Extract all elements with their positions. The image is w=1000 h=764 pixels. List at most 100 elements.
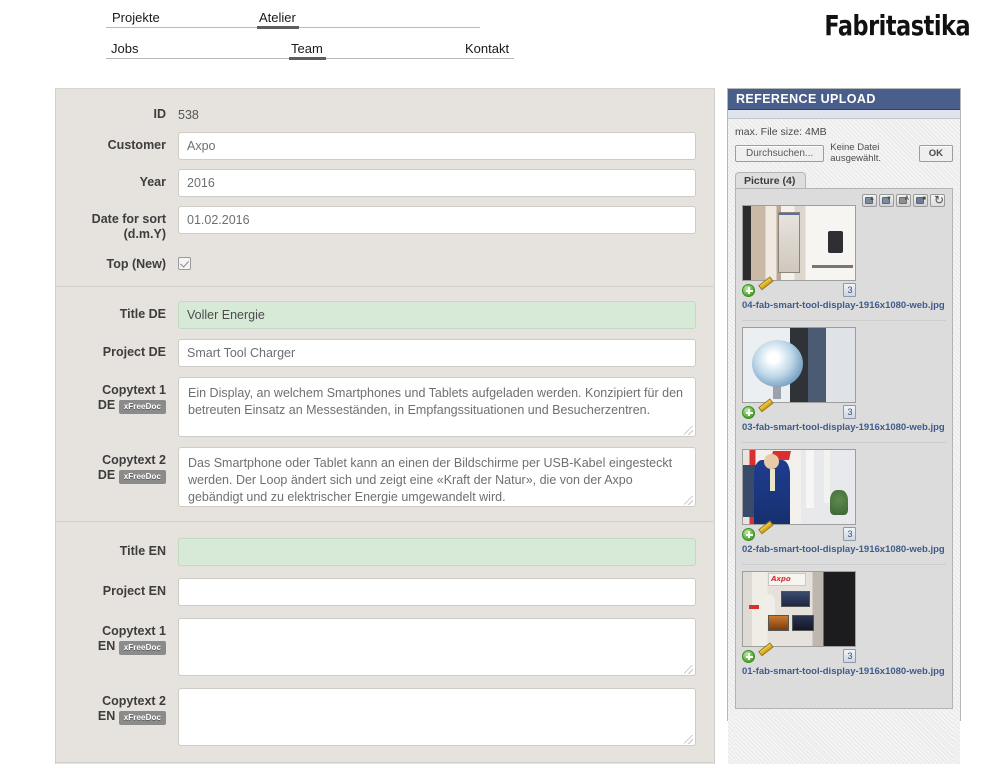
nav-row-secondary: Jobs Team Kontakt (106, 37, 514, 60)
value-id: 538 (178, 108, 199, 122)
row-project-de: Project DE (56, 339, 714, 367)
label-copytext1-de: Copytext 1 DE xFreeDoc (56, 377, 178, 414)
picture-thumbnail[interactable] (742, 449, 856, 525)
resize-grip-icon[interactable] (684, 735, 693, 744)
label-year: Year (139, 175, 166, 189)
xfreedoc-badge-copytext1-en[interactable]: xFreeDoc (118, 641, 166, 655)
picture-actions (742, 649, 856, 663)
picture-actions (742, 283, 856, 297)
row-copytext2-de: Copytext 2 DE xFreeDoc Das Smartphone od… (56, 447, 714, 507)
list-item: 02-fab-smart-tool-display-1916x1080-web.… (742, 449, 946, 555)
edit-icon[interactable] (760, 650, 773, 663)
nav-item-atelier[interactable]: Atelier (257, 11, 299, 29)
copytext2-en-textarea[interactable] (178, 688, 696, 746)
reference-upload-panel: REFERENCE UPLOAD max. File size: 4MB Dur… (727, 88, 961, 764)
row-title-en: Title EN (56, 538, 714, 566)
edit-icon[interactable] (760, 528, 773, 541)
picture-toolbar: ▲ ▼ A ■ (862, 194, 945, 207)
label-copytext2-de-line1: Copytext 2 (102, 453, 166, 467)
label-title-de: Title DE (119, 307, 166, 321)
edit-icon[interactable] (760, 406, 773, 419)
picture-filename-link[interactable]: 01-fab-smart-tool-display-1916x1080-web.… (742, 666, 946, 677)
sort-image-asc-icon[interactable]: ▲ (862, 194, 877, 207)
label-copytext2-en: Copytext 2 EN xFreeDoc (56, 688, 178, 725)
nav-item-jobs[interactable]: Jobs (111, 42, 138, 56)
upload-panel-footer (735, 709, 953, 764)
form-section-meta: ID 538 Customer Year Date for sort (d.m.… (56, 89, 714, 286)
browse-button[interactable]: Durchsuchen... (735, 144, 825, 162)
project-de-input[interactable] (178, 339, 696, 367)
project-en-input[interactable] (178, 578, 696, 606)
label-copytext2-de-line2-wrap: DE xFreeDoc (56, 468, 166, 484)
picture-filename-link[interactable]: 02-fab-smart-tool-display-1916x1080-web.… (742, 544, 946, 555)
add-icon[interactable] (742, 405, 755, 419)
list-divider (742, 442, 946, 443)
thumbnail-image (743, 450, 855, 524)
date-for-sort-input[interactable] (178, 206, 696, 234)
edit-icon[interactable] (760, 284, 773, 297)
xfreedoc-badge-copytext2-en[interactable]: xFreeDoc (118, 711, 166, 725)
xfreedoc-badge-copytext1-de[interactable]: xFreeDoc (118, 400, 166, 414)
title-en-input[interactable] (178, 538, 696, 566)
picture-actions (742, 527, 856, 541)
label-copytext1-en-line2: EN (97, 639, 116, 653)
label-copytext1-en-line2-wrap: EN xFreeDoc (56, 639, 166, 655)
picture-filename-link[interactable]: 03-fab-smart-tool-display-1916x1080-web.… (742, 422, 946, 433)
add-icon[interactable] (742, 283, 755, 297)
row-year: Year (56, 169, 714, 197)
resize-grip-icon[interactable] (684, 665, 693, 674)
copytext2-de-textarea[interactable]: Das Smartphone oder Tablet kann an einen… (178, 447, 696, 507)
label-project-en: Project EN (102, 584, 166, 598)
delete-icon[interactable] (843, 649, 856, 663)
sort-image-desc-icon[interactable]: ▼ (879, 194, 894, 207)
label-copytext2-en-line1: Copytext 2 (102, 694, 166, 708)
picture-thumbnail[interactable] (742, 205, 856, 281)
picture-thumbnail[interactable]: Axpo (742, 571, 856, 647)
row-customer: Customer (56, 132, 714, 160)
picture-thumbnail[interactable] (742, 327, 856, 403)
refresh-icon[interactable] (930, 194, 945, 207)
sort-alpha-icon[interactable]: A (896, 194, 911, 207)
label-date-for-sort-line1: Date for sort (91, 212, 166, 226)
sort-size-icon[interactable]: ■ (913, 194, 928, 207)
list-divider (742, 320, 946, 321)
customer-input[interactable] (178, 132, 696, 160)
picture-list-pane: ▲ ▼ A ■ 04-fab- (735, 188, 953, 709)
row-copytext2-en: Copytext 2 EN xFreeDoc (56, 688, 714, 746)
picture-filename-link[interactable]: 04-fab-smart-tool-display-1916x1080-web.… (742, 300, 946, 311)
nav-item-projekte[interactable]: Projekte (112, 11, 160, 25)
add-icon[interactable] (742, 649, 755, 663)
row-id: ID 538 (56, 101, 714, 123)
delete-icon[interactable] (843, 405, 856, 419)
label-date-for-sort: Date for sort (d.m.Y) (56, 206, 178, 242)
row-copytext1-de: Copytext 1 DE xFreeDoc Ein Display, an w… (56, 377, 714, 437)
picture-actions (742, 405, 856, 419)
row-top-new: Top (New) (56, 251, 714, 272)
year-input[interactable] (178, 169, 696, 197)
add-icon[interactable] (742, 527, 755, 541)
delete-icon[interactable] (843, 527, 856, 541)
xfreedoc-badge-copytext2-de[interactable]: xFreeDoc (118, 470, 166, 484)
form-section-en: Title EN Project EN Copytext 1 EN xFreeD… (56, 521, 714, 762)
resize-grip-icon[interactable] (684, 426, 693, 435)
label-copytext2-en-line2: EN (97, 709, 116, 723)
delete-icon[interactable] (843, 283, 856, 297)
nav-item-kontakt[interactable]: Kontakt (465, 42, 509, 56)
upload-panel-title: REFERENCE UPLOAD (728, 89, 960, 110)
title-de-input[interactable] (178, 301, 696, 329)
nav-item-team[interactable]: Team (289, 42, 326, 60)
reference-form-panel: ID 538 Customer Year Date for sort (d.m.… (55, 88, 715, 764)
top-new-checkbox[interactable] (178, 257, 191, 270)
label-project-de: Project DE (102, 345, 166, 359)
label-copytext1-en-line1: Copytext 1 (102, 624, 166, 638)
label-title-en: Title EN (119, 544, 166, 558)
tab-picture[interactable]: Picture (4) (735, 172, 807, 189)
copytext1-en-textarea[interactable] (178, 618, 696, 676)
copytext1-de-textarea[interactable]: Ein Display, an welchem Smartphones und … (178, 377, 696, 437)
thumbnail-image (743, 206, 855, 280)
upload-ok-button[interactable]: OK (918, 144, 953, 162)
upload-panel-subbar (728, 110, 960, 119)
resize-grip-icon[interactable] (684, 496, 693, 505)
label-copytext1-de-line1: Copytext 1 (102, 383, 166, 397)
label-top-new: Top (New) (106, 257, 166, 271)
